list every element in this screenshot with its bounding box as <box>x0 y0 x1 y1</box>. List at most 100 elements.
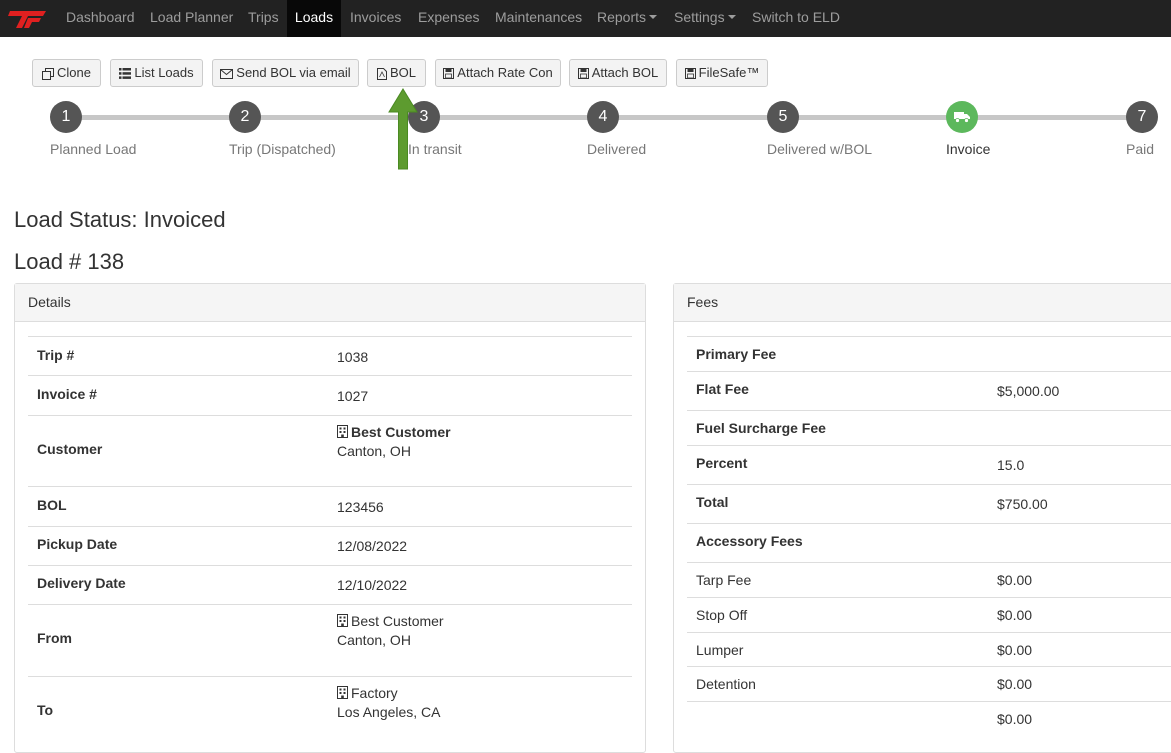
send-bol-email-label: Send BOL via email <box>236 65 351 80</box>
step-4-circle[interactable]: 4 <box>587 101 619 133</box>
nav-switch-to-eld[interactable]: Switch to ELD <box>744 0 848 37</box>
send-bol-email-button[interactable]: Send BOL via email <box>212 59 359 87</box>
building-icon <box>337 686 348 700</box>
table-row: BOL 123456 <box>28 486 632 526</box>
fees-panel: Fees Primary Fee Flat Fee $5,000.00 Fuel… <box>673 283 1171 753</box>
envelope-icon <box>220 68 234 79</box>
filesafe-button[interactable]: FileSafe™ <box>676 59 768 87</box>
to-name: Factory <box>351 685 398 701</box>
table-row: Flat Fee $5,000.00 <box>687 371 1171 410</box>
stop-off-label: Stop Off <box>696 607 748 623</box>
attach-bol-button[interactable]: Attach BOL <box>569 59 667 87</box>
invoice-link[interactable]: 1027 <box>337 388 368 404</box>
list-loads-button[interactable]: List Loads <box>110 59 203 87</box>
step-5-label: Delivered w/BOL <box>767 141 873 157</box>
nav-expenses[interactable]: Expenses <box>410 0 487 37</box>
attach-rate-con-button[interactable]: Attach Rate Con <box>435 59 561 87</box>
step-4-label: Delivered <box>587 141 647 157</box>
table-row: Delivery Date 12/10/2022 <box>28 565 632 604</box>
fees-panel-title: Fees <box>674 284 1171 322</box>
table-row: Customer Best Customer Canton, OH <box>28 415 632 486</box>
attach-rate-con-label: Attach Rate Con <box>457 65 553 80</box>
list-loads-label: List Loads <box>134 65 194 80</box>
trip-link[interactable]: 1038 <box>337 349 368 365</box>
to-label: To <box>37 702 54 718</box>
nav-reports[interactable]: Reports <box>589 0 665 37</box>
nav-invoices[interactable]: Invoices <box>342 0 409 37</box>
clone-label: Clone <box>57 65 91 80</box>
customer-link[interactable]: Best Customer <box>337 424 451 440</box>
step-1-label: Planned Load <box>50 141 137 157</box>
step-2-circle[interactable]: 2 <box>229 101 261 133</box>
load-status-heading: Load Status: Invoiced <box>14 207 226 232</box>
to-city: Los Angeles, CA <box>337 704 441 720</box>
table-row: $0.00 <box>687 701 1171 746</box>
invoice-label: Invoice # <box>37 386 97 402</box>
nav-trips[interactable]: Trips <box>240 0 287 37</box>
step-5-circle[interactable]: 5 <box>767 101 799 133</box>
trip-label: Trip # <box>37 347 75 363</box>
tarp-fee-label: Tarp Fee <box>696 572 752 588</box>
table-row: Percent 15.0 <box>687 445 1171 484</box>
detention-value: $0.00 <box>997 676 1033 692</box>
table-row: Fuel Surcharge Fee <box>687 410 1171 445</box>
pdf-file-icon <box>376 67 387 80</box>
accessory-fees-heading: Accessory Fees <box>696 533 803 549</box>
from-label: From <box>37 630 72 646</box>
detention-label: Detention <box>696 676 756 692</box>
nav-settings-label: Settings <box>674 9 725 25</box>
save-icon <box>443 68 455 80</box>
brand-logo[interactable] <box>8 9 48 29</box>
lumper-label: Lumper <box>696 642 744 658</box>
table-row: Invoice # 1027 <box>28 375 632 415</box>
lumper-value: $0.00 <box>997 642 1033 658</box>
pickup-date-value: 12/08/2022 <box>337 538 408 554</box>
delivery-date-value: 12/10/2022 <box>337 577 408 593</box>
nav-load-planner[interactable]: Load Planner <box>142 0 241 37</box>
clone-button[interactable]: Clone <box>32 59 101 87</box>
step-1-circle[interactable]: 1 <box>50 101 82 133</box>
customer-city: Canton, OH <box>337 443 411 459</box>
table-row: From Best Customer Canton, OH <box>28 604 632 676</box>
table-row: Detention $0.00 <box>687 666 1171 701</box>
table-row: Accessory Fees <box>687 523 1171 562</box>
caret-down-icon <box>727 15 736 20</box>
fuel-surcharge-heading: Fuel Surcharge Fee <box>696 420 826 436</box>
delivery-date-label: Delivery Date <box>37 575 126 591</box>
step-7-circle[interactable]: 7 <box>1126 101 1158 133</box>
table-row: Pickup Date 12/08/2022 <box>28 526 632 565</box>
percent-value: 15.0 <box>997 457 1025 473</box>
step-6-label: Invoice <box>946 141 991 157</box>
nav-dashboard[interactable]: Dashboard <box>58 0 143 37</box>
building-icon <box>337 614 348 628</box>
table-row: Total $750.00 <box>687 484 1171 523</box>
nav-loads[interactable]: Loads <box>287 0 341 37</box>
save-icon <box>684 68 696 80</box>
total-label: Total <box>696 494 729 510</box>
details-panel-title: Details <box>15 284 645 322</box>
percent-label: Percent <box>696 455 748 471</box>
table-row: Lumper $0.00 <box>687 632 1171 666</box>
bol-button[interactable]: BOL <box>367 59 426 87</box>
clone-icon <box>42 67 55 80</box>
from-link[interactable]: Best Customer <box>337 613 444 629</box>
table-row: Primary Fee <box>687 336 1171 371</box>
customer-label: Customer <box>37 441 103 457</box>
step-6-circle[interactable] <box>946 101 978 133</box>
save-icon <box>577 68 589 80</box>
from-name: Best Customer <box>351 613 444 629</box>
caret-down-icon <box>649 15 658 20</box>
nav-maintenances[interactable]: Maintenances <box>487 0 590 37</box>
filesafe-label: FileSafe™ <box>698 65 760 80</box>
annotation-arrow-icon <box>388 88 418 170</box>
nav-settings[interactable]: Settings <box>666 0 744 37</box>
details-panel: Details Trip # 1038 Invoice # 1027 Custo… <box>14 283 646 753</box>
bol-label: BOL <box>389 65 416 80</box>
nav-reports-label: Reports <box>597 9 647 25</box>
primary-fee-heading: Primary Fee <box>696 346 777 362</box>
to-link[interactable]: Factory <box>337 685 398 701</box>
pickup-date-label: Pickup Date <box>37 536 118 552</box>
truck-icon <box>954 112 970 123</box>
table-row: To Factory Los Angeles, CA <box>28 676 632 746</box>
flat-fee-value: $5,000.00 <box>997 383 1060 399</box>
